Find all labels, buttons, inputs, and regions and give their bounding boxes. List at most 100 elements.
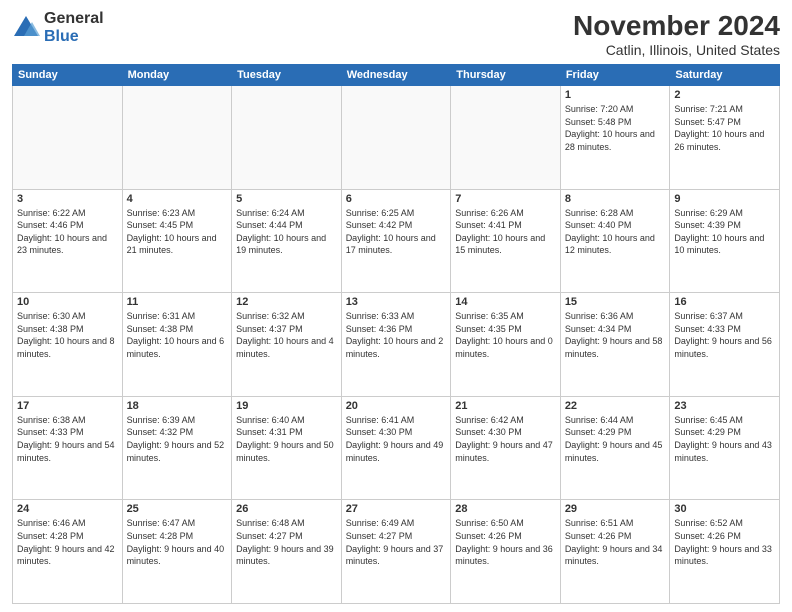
day-info: Sunrise: 6:32 AMSunset: 4:37 PMDaylight:… — [236, 310, 337, 360]
calendar-header-row: Sunday Monday Tuesday Wednesday Thursday… — [13, 65, 780, 86]
main-title: November 2024 — [573, 10, 780, 42]
day-info: Sunrise: 6:22 AMSunset: 4:46 PMDaylight:… — [17, 207, 118, 257]
day-number: 16 — [674, 296, 775, 308]
day-number: 20 — [346, 400, 447, 412]
table-row: 3 Sunrise: 6:22 AMSunset: 4:46 PMDaylight… — [13, 189, 123, 293]
day-number: 17 — [17, 400, 118, 412]
day-number: 5 — [236, 193, 337, 205]
table-row: 14Sunrise: 6:35 AMSunset: 4:35 PMDayligh… — [451, 293, 561, 397]
day-info: Sunrise: 6:33 AMSunset: 4:36 PMDaylight:… — [346, 310, 447, 360]
table-row: 18Sunrise: 6:39 AMSunset: 4:32 PMDayligh… — [122, 396, 232, 500]
day-info: Sunrise: 6:30 AMSunset: 4:38 PMDaylight:… — [17, 310, 118, 360]
day-number: 19 — [236, 400, 337, 412]
table-row: 28 Sunrise: 6:50 AMSunset: 4:26 PMDayligh… — [451, 500, 561, 604]
page: General Blue November 2024 Catlin, Illin… — [0, 0, 792, 612]
day-number: 27 — [346, 503, 447, 515]
day-info: Sunrise: 6:36 AMSunset: 4:34 PMDaylight:… — [565, 310, 666, 360]
col-saturday: Saturday — [670, 65, 780, 86]
table-row: 27 Sunrise: 6:49 AMSunset: 4:27 PMDayligh… — [341, 500, 451, 604]
table-row: 17 Sunrise: 6:38 AMSunset: 4:33 PMDayligh… — [13, 396, 123, 500]
table-row: 5 Sunrise: 6:24 AMSunset: 4:44 PMDaylight… — [232, 189, 342, 293]
day-number: 13 — [346, 296, 447, 308]
day-number: 21 — [455, 400, 556, 412]
table-row: 29 Sunrise: 6:51 AMSunset: 4:26 PMDayligh… — [560, 500, 670, 604]
day-number: 12 — [236, 296, 337, 308]
day-info: Sunrise: 6:40 AMSunset: 4:31 PMDaylight:… — [236, 414, 337, 464]
day-number: 3 — [17, 193, 118, 205]
table-row: 12 Sunrise: 6:32 AMSunset: 4:37 PMDayligh… — [232, 293, 342, 397]
day-info: Sunrise: 6:51 AMSunset: 4:26 PMDaylight:… — [565, 517, 666, 567]
day-info: Sunrise: 6:31 AMSunset: 4:38 PMDaylight:… — [127, 310, 228, 360]
table-row: 22Sunrise: 6:44 AMSunset: 4:29 PMDayligh… — [560, 396, 670, 500]
table-row: 4 Sunrise: 6:23 AMSunset: 4:45 PMDaylight… — [122, 189, 232, 293]
day-info: Sunrise: 6:29 AMSunset: 4:39 PMDaylight:… — [674, 207, 775, 257]
day-info: Sunrise: 6:28 AMSunset: 4:40 PMDaylight:… — [565, 207, 666, 257]
col-thursday: Thursday — [451, 65, 561, 86]
calendar-week-row: 24 Sunrise: 6:46 AMSunset: 4:28 PMDayligh… — [13, 500, 780, 604]
day-info: Sunrise: 6:24 AMSunset: 4:44 PMDaylight:… — [236, 207, 337, 257]
table-row: 23Sunrise: 6:45 AMSunset: 4:29 PMDayligh… — [670, 396, 780, 500]
top-section: General Blue November 2024 Catlin, Illin… — [12, 10, 780, 58]
table-row: 10Sunrise: 6:30 AMSunset: 4:38 PMDayligh… — [13, 293, 123, 397]
day-number: 29 — [565, 503, 666, 515]
day-number: 6 — [346, 193, 447, 205]
table-row — [341, 86, 451, 190]
calendar-week-row: 1 Sunrise: 7:20 AMSunset: 5:48 PMDaylight… — [13, 86, 780, 190]
day-info: Sunrise: 6:46 AMSunset: 4:28 PMDaylight:… — [17, 517, 118, 567]
table-row: 2Sunrise: 7:21 AMSunset: 5:47 PMDaylight… — [670, 86, 780, 190]
logo-text: General Blue — [44, 10, 104, 45]
day-info: Sunrise: 6:42 AMSunset: 4:30 PMDaylight:… — [455, 414, 556, 464]
table-row: 30Sunrise: 6:52 AMSunset: 4:26 PMDayligh… — [670, 500, 780, 604]
logo: General Blue — [12, 10, 104, 45]
table-row: 7Sunrise: 6:26 AMSunset: 4:41 PMDaylight… — [451, 189, 561, 293]
table-row: 11 Sunrise: 6:31 AMSunset: 4:38 PMDayligh… — [122, 293, 232, 397]
logo-blue-text: Blue — [44, 28, 104, 46]
col-wednesday: Wednesday — [341, 65, 451, 86]
table-row: 1 Sunrise: 7:20 AMSunset: 5:48 PMDaylight… — [560, 86, 670, 190]
table-row: 24 Sunrise: 6:46 AMSunset: 4:28 PMDayligh… — [13, 500, 123, 604]
day-number: 1 — [565, 89, 666, 101]
day-info: Sunrise: 6:41 AMSunset: 4:30 PMDaylight:… — [346, 414, 447, 464]
title-section: November 2024 Catlin, Illinois, United S… — [573, 10, 780, 58]
day-info: Sunrise: 7:20 AMSunset: 5:48 PMDaylight:… — [565, 103, 666, 153]
day-number: 4 — [127, 193, 228, 205]
table-row: 16 Sunrise: 6:37 AMSunset: 4:33 PMDayligh… — [670, 293, 780, 397]
calendar-week-row: 17 Sunrise: 6:38 AMSunset: 4:33 PMDayligh… — [13, 396, 780, 500]
table-row: 13 Sunrise: 6:33 AMSunset: 4:36 PMDayligh… — [341, 293, 451, 397]
table-row: 26 Sunrise: 6:48 AMSunset: 4:27 PMDayligh… — [232, 500, 342, 604]
table-row — [122, 86, 232, 190]
day-number: 30 — [674, 503, 775, 515]
day-info: Sunrise: 6:37 AMSunset: 4:33 PMDaylight:… — [674, 310, 775, 360]
day-info: Sunrise: 6:47 AMSunset: 4:28 PMDaylight:… — [127, 517, 228, 567]
day-info: Sunrise: 6:23 AMSunset: 4:45 PMDaylight:… — [127, 207, 228, 257]
table-row: 6 Sunrise: 6:25 AMSunset: 4:42 PMDaylight… — [341, 189, 451, 293]
day-number: 15 — [565, 296, 666, 308]
day-number: 18 — [127, 400, 228, 412]
day-info: Sunrise: 6:38 AMSunset: 4:33 PMDaylight:… — [17, 414, 118, 464]
day-number: 28 — [455, 503, 556, 515]
logo-icon — [12, 14, 40, 42]
day-number: 24 — [17, 503, 118, 515]
col-sunday: Sunday — [13, 65, 123, 86]
table-row: 9Sunrise: 6:29 AMSunset: 4:39 PMDaylight… — [670, 189, 780, 293]
table-row: 8 Sunrise: 6:28 AMSunset: 4:40 PMDaylight… — [560, 189, 670, 293]
day-number: 26 — [236, 503, 337, 515]
col-friday: Friday — [560, 65, 670, 86]
day-info: Sunrise: 6:49 AMSunset: 4:27 PMDaylight:… — [346, 517, 447, 567]
day-number: 8 — [565, 193, 666, 205]
table-row: 19 Sunrise: 6:40 AMSunset: 4:31 PMDayligh… — [232, 396, 342, 500]
day-number: 23 — [674, 400, 775, 412]
day-number: 11 — [127, 296, 228, 308]
table-row: 21 Sunrise: 6:42 AMSunset: 4:30 PMDayligh… — [451, 396, 561, 500]
day-info: Sunrise: 6:48 AMSunset: 4:27 PMDaylight:… — [236, 517, 337, 567]
table-row — [232, 86, 342, 190]
day-info: Sunrise: 6:25 AMSunset: 4:42 PMDaylight:… — [346, 207, 447, 257]
table-row — [13, 86, 123, 190]
calendar-week-row: 3 Sunrise: 6:22 AMSunset: 4:46 PMDaylight… — [13, 189, 780, 293]
day-info: Sunrise: 6:50 AMSunset: 4:26 PMDaylight:… — [455, 517, 556, 567]
day-info: Sunrise: 6:26 AMSunset: 4:41 PMDaylight:… — [455, 207, 556, 257]
table-row: 25Sunrise: 6:47 AMSunset: 4:28 PMDayligh… — [122, 500, 232, 604]
calendar-table: Sunday Monday Tuesday Wednesday Thursday… — [12, 64, 780, 604]
day-number: 22 — [565, 400, 666, 412]
col-tuesday: Tuesday — [232, 65, 342, 86]
